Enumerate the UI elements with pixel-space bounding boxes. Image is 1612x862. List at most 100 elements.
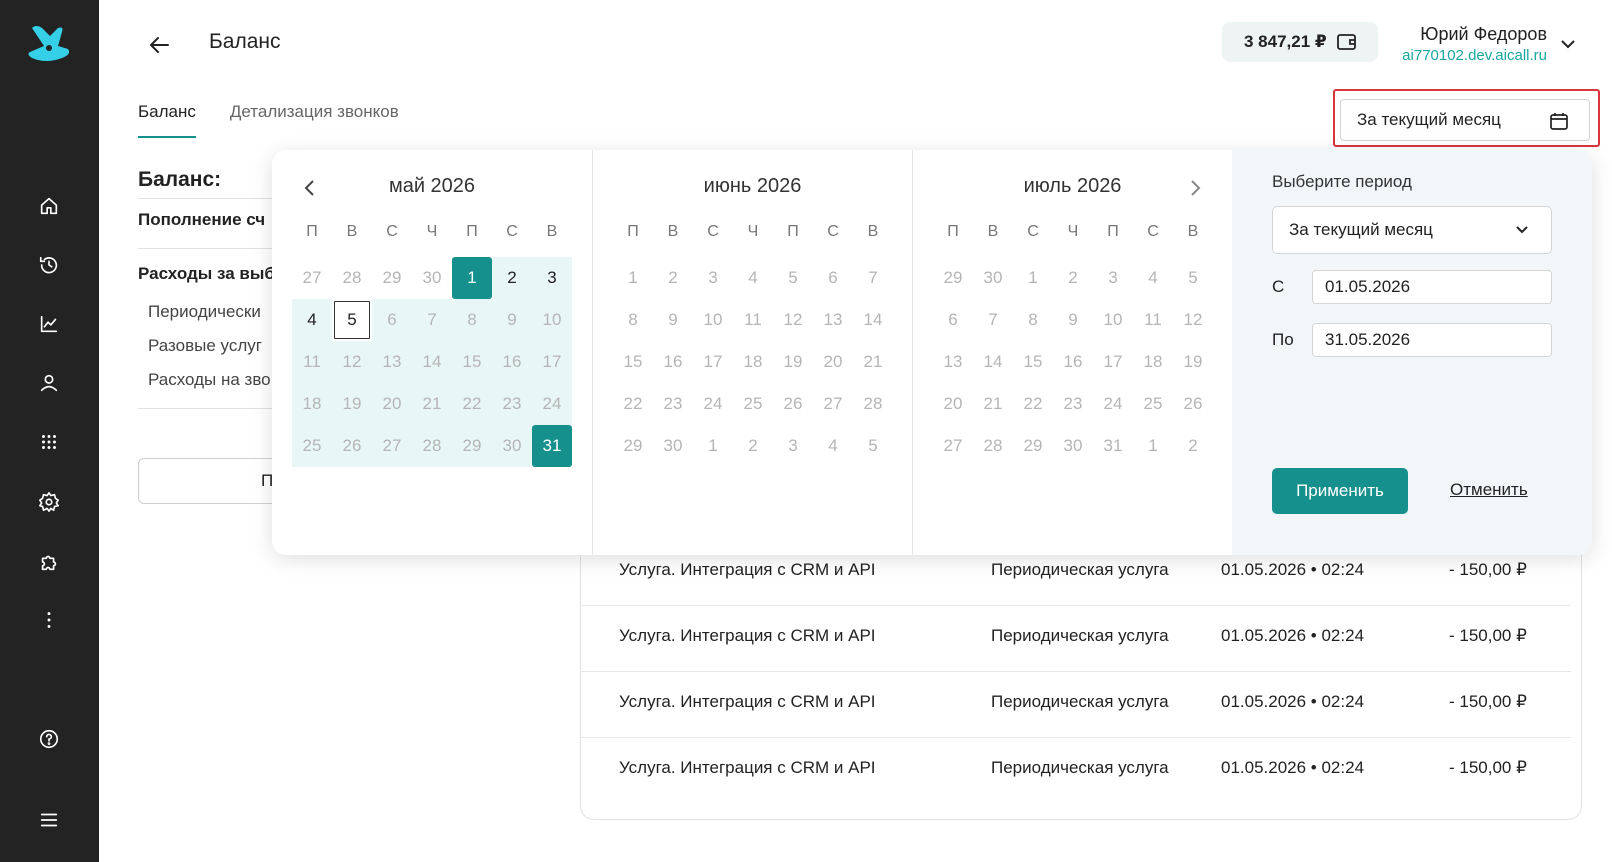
tab-call-details[interactable]: Детализация звонков xyxy=(230,102,399,138)
calendar-day[interactable]: 17 xyxy=(693,341,733,383)
calendar-day[interactable]: 14 xyxy=(973,341,1013,383)
calendar-day[interactable]: 8 xyxy=(452,299,492,341)
calendar-day[interactable]: 15 xyxy=(1013,341,1053,383)
calendar-day[interactable]: 30 xyxy=(492,425,532,467)
calendar-day[interactable]: 16 xyxy=(1053,341,1093,383)
calendar-day[interactable]: 29 xyxy=(452,425,492,467)
calendar-day[interactable]: 2 xyxy=(1173,425,1213,467)
cancel-link[interactable]: Отменить xyxy=(1450,480,1528,500)
calendar-day[interactable]: 20 xyxy=(372,383,412,425)
calendar-day[interactable]: 24 xyxy=(532,383,572,425)
period-select-button[interactable]: За текущий месяц xyxy=(1340,99,1590,141)
calendar-day[interactable]: 7 xyxy=(853,257,893,299)
calendar-day[interactable]: 4 xyxy=(813,425,853,467)
puzzle-icon[interactable] xyxy=(36,549,62,575)
chevron-right-icon[interactable] xyxy=(1185,178,1205,198)
calendar-day[interactable]: 19 xyxy=(1173,341,1213,383)
calendar-day[interactable]: 2 xyxy=(1053,257,1093,299)
calendar-day[interactable]: 27 xyxy=(292,257,332,299)
apply-button[interactable]: Применить xyxy=(1272,468,1408,514)
calendar-day[interactable]: 6 xyxy=(372,299,412,341)
calendar-day[interactable]: 1 xyxy=(452,257,492,299)
calendar-day[interactable]: 17 xyxy=(532,341,572,383)
calendar-day[interactable]: 12 xyxy=(332,341,372,383)
calendar-day[interactable]: 22 xyxy=(1013,383,1053,425)
calendar-day[interactable]: 31 xyxy=(1093,425,1133,467)
calendar-day[interactable]: 27 xyxy=(813,383,853,425)
calendar-day[interactable]: 30 xyxy=(973,257,1013,299)
calendar-day[interactable]: 5 xyxy=(773,257,813,299)
calendar-day[interactable]: 24 xyxy=(693,383,733,425)
calendar-day[interactable]: 23 xyxy=(653,383,693,425)
calendar-day[interactable]: 20 xyxy=(813,341,853,383)
calendar-day[interactable]: 5 xyxy=(1173,257,1213,299)
calendar-day[interactable]: 28 xyxy=(332,257,372,299)
calendar-day[interactable]: 30 xyxy=(412,257,452,299)
calendar-day[interactable]: 5 xyxy=(332,299,372,341)
calendar-day[interactable]: 6 xyxy=(813,257,853,299)
calendar-day[interactable]: 8 xyxy=(613,299,653,341)
calendar-day[interactable]: 10 xyxy=(693,299,733,341)
calendar-day[interactable]: 21 xyxy=(412,383,452,425)
calendar-day[interactable]: 29 xyxy=(613,425,653,467)
tab-balance[interactable]: Баланс xyxy=(138,102,196,138)
home-icon[interactable] xyxy=(36,193,62,219)
calendar-day[interactable]: 2 xyxy=(653,257,693,299)
calendar-day[interactable]: 3 xyxy=(693,257,733,299)
calendar-day[interactable]: 19 xyxy=(332,383,372,425)
calendar-day[interactable]: 23 xyxy=(492,383,532,425)
calendar-day[interactable]: 30 xyxy=(653,425,693,467)
calendar-day[interactable]: 7 xyxy=(973,299,1013,341)
calendar-day[interactable]: 28 xyxy=(973,425,1013,467)
calendar-day[interactable]: 2 xyxy=(492,257,532,299)
calendar-day[interactable]: 21 xyxy=(973,383,1013,425)
chevron-down-icon[interactable] xyxy=(1560,38,1576,50)
calendar-day[interactable]: 25 xyxy=(292,425,332,467)
calendar-day[interactable]: 4 xyxy=(733,257,773,299)
calendar-day[interactable]: 18 xyxy=(292,383,332,425)
calendar-day[interactable]: 26 xyxy=(773,383,813,425)
calendar-day[interactable]: 3 xyxy=(1093,257,1133,299)
calendar-day[interactable]: 14 xyxy=(412,341,452,383)
balance-chip[interactable]: 3 847,21 ₽ xyxy=(1222,22,1378,62)
calendar-day[interactable]: 18 xyxy=(733,341,773,383)
calendar-day[interactable]: 9 xyxy=(492,299,532,341)
period-dropdown[interactable]: За текущий месяц xyxy=(1272,206,1552,254)
calendar-day[interactable]: 7 xyxy=(412,299,452,341)
calendar-day[interactable]: 10 xyxy=(532,299,572,341)
calendar-day[interactable]: 13 xyxy=(813,299,853,341)
calendar-day[interactable]: 1 xyxy=(1013,257,1053,299)
calendar-day[interactable]: 2 xyxy=(733,425,773,467)
calendar-day[interactable]: 1 xyxy=(693,425,733,467)
calendar-day[interactable]: 22 xyxy=(613,383,653,425)
to-date-input[interactable] xyxy=(1312,323,1552,357)
calendar-day[interactable]: 14 xyxy=(853,299,893,341)
calendar-day[interactable]: 31 xyxy=(532,425,572,467)
calendar-day[interactable]: 25 xyxy=(1133,383,1173,425)
history-icon[interactable] xyxy=(36,252,62,278)
calendar-day[interactable]: 19 xyxy=(773,341,813,383)
help-icon[interactable] xyxy=(36,726,62,752)
from-date-input[interactable] xyxy=(1312,270,1552,304)
calendar-day[interactable]: 12 xyxy=(1173,299,1213,341)
app-logo-icon[interactable] xyxy=(22,22,76,68)
calendar-day[interactable]: 1 xyxy=(613,257,653,299)
calendar-day[interactable]: 15 xyxy=(452,341,492,383)
settings-icon[interactable] xyxy=(36,489,62,515)
calendar-day[interactable]: 9 xyxy=(653,299,693,341)
calendar-day[interactable]: 26 xyxy=(1173,383,1213,425)
calendar-day[interactable]: 1 xyxy=(1133,425,1173,467)
calendar-day[interactable]: 28 xyxy=(412,425,452,467)
calendar-day[interactable]: 4 xyxy=(292,299,332,341)
calendar-day[interactable]: 11 xyxy=(733,299,773,341)
calendar-day[interactable]: 13 xyxy=(372,341,412,383)
calendar-day[interactable]: 24 xyxy=(1093,383,1133,425)
calendar-day[interactable]: 12 xyxy=(773,299,813,341)
dialpad-icon[interactable] xyxy=(36,429,62,455)
analytics-icon[interactable] xyxy=(36,311,62,337)
calendar-day[interactable]: 18 xyxy=(1133,341,1173,383)
calendar-day[interactable]: 4 xyxy=(1133,257,1173,299)
calendar-day[interactable]: 3 xyxy=(532,257,572,299)
calendar-day[interactable]: 17 xyxy=(1093,341,1133,383)
user-icon[interactable] xyxy=(36,370,62,396)
